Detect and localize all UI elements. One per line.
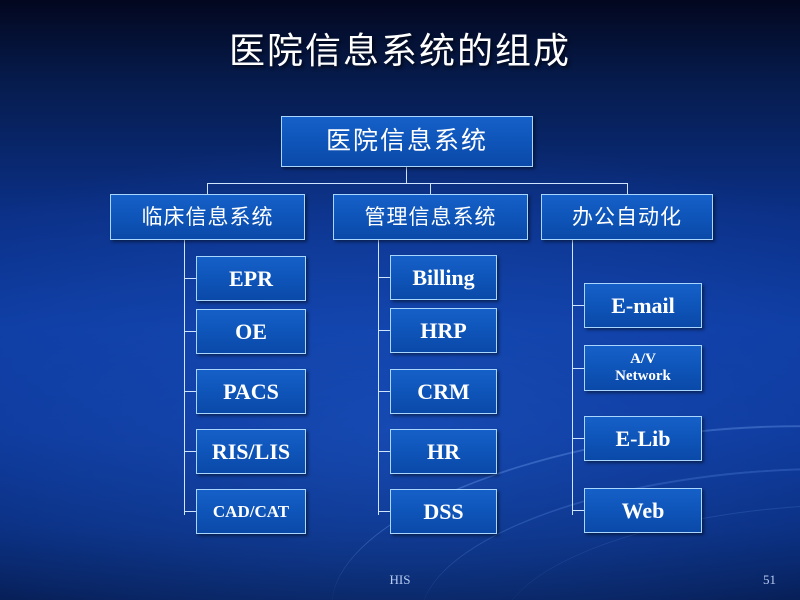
connector-branch3-spine [572,240,573,515]
node-leaf-elib[interactable]: E-Lib [584,416,702,461]
node-leaf-dss[interactable]: DSS [390,489,497,534]
connector-level2-bus [207,183,627,184]
connector-branch2-leaf-stub [378,511,390,512]
node-leaf-crm[interactable]: CRM [390,369,497,414]
node-leaf-av-network[interactable]: A/V Network [584,345,702,391]
footer-label: HIS [389,572,411,587]
node-leaf-oe[interactable]: OE [196,309,306,354]
connector-branch3-leaf-stub [572,305,584,306]
connector-branch1-stem [207,183,208,194]
connector-branch2-spine [378,240,379,515]
connector-branch3-leaf-stub [572,368,584,369]
node-branch-management[interactable]: 管理信息系统 [333,194,528,240]
connector-branch2-stem [430,183,431,194]
node-leaf-billing[interactable]: Billing [390,255,497,300]
node-leaf-email[interactable]: E-mail [584,283,702,328]
connector-branch1-spine [184,240,185,515]
node-leaf-rislis[interactable]: RIS/LIS [196,429,306,474]
connector-branch3-stem [627,183,628,194]
connector-branch1-leaf-stub [184,391,196,392]
node-leaf-pacs[interactable]: PACS [196,369,306,414]
node-root[interactable]: 医院信息系统 [281,116,533,167]
node-leaf-cadcat[interactable]: CAD/CAT [196,489,306,534]
connector-branch3-leaf-stub [572,438,584,439]
node-leaf-web[interactable]: Web [584,488,702,533]
slide-title: 医院信息系统的组成 [228,31,571,72]
node-leaf-hrp[interactable]: HRP [390,308,497,353]
connector-branch1-leaf-stub [184,451,196,452]
connector-branch1-leaf-stub [184,331,196,332]
connector-branch2-leaf-stub [378,391,390,392]
node-branch-clinical[interactable]: 临床信息系统 [110,194,305,240]
node-leaf-hr[interactable]: HR [390,429,497,474]
connector-branch2-leaf-stub [378,330,390,331]
connector-root-stem [406,167,407,183]
connector-branch2-leaf-stub [378,277,390,278]
node-branch-office[interactable]: 办公自动化 [541,194,713,240]
connector-branch1-leaf-stub [184,511,196,512]
node-leaf-epr[interactable]: EPR [196,256,306,301]
connector-branch2-leaf-stub [378,451,390,452]
connector-branch1-leaf-stub [184,278,196,279]
slide-canvas: 医院信息系统的组成 医院信息系统 临床信息系统 管理信息系统 办公自动化 EPR… [0,0,800,600]
connector-branch3-leaf-stub [572,510,584,511]
slide-page-number: 51 [763,572,776,587]
